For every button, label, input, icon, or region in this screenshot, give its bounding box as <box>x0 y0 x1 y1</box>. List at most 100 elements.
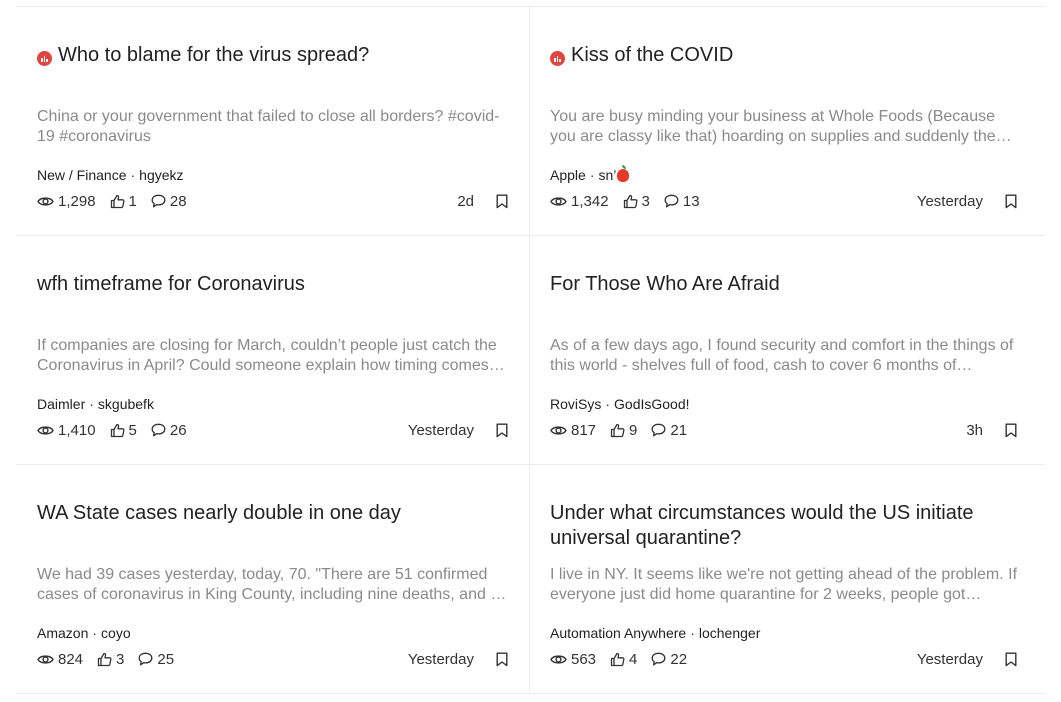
likes-stat[interactable]: 3 <box>97 651 124 668</box>
post-card[interactable]: WA State cases nearly double in one day … <box>16 465 530 694</box>
bookmark-button[interactable] <box>496 652 508 667</box>
bookmark-button[interactable] <box>496 194 508 209</box>
separator-dot: · <box>89 396 94 412</box>
likes-stat[interactable]: 9 <box>610 422 637 439</box>
post-excerpt: China or your government that failed to … <box>37 108 500 145</box>
trending-icon <box>550 51 565 66</box>
post-time: Yesterday <box>916 192 983 210</box>
post-card[interactable]: For Those Who Are Afraid As of a few day… <box>530 236 1045 465</box>
author-link[interactable]: sn’ <box>598 167 616 183</box>
comments-stat[interactable]: 22 <box>651 651 687 668</box>
comment-icon <box>651 652 666 666</box>
comments-stat[interactable]: 13 <box>664 193 700 210</box>
comment-icon <box>151 194 166 208</box>
post-excerpt: I live in NY. It seems like we're not ge… <box>550 566 1017 603</box>
post-card[interactable]: Kiss of the COVID You are busy minding y… <box>530 7 1045 236</box>
post-title[interactable]: For Those Who Are Afraid <box>550 272 780 297</box>
company-link[interactable]: Automation Anywhere <box>550 625 686 641</box>
bookmark-icon <box>1005 194 1017 208</box>
post-card[interactable]: Under what circumstances would the US in… <box>530 465 1045 694</box>
eye-icon <box>550 425 567 435</box>
comments-stat[interactable]: 21 <box>651 422 687 439</box>
thumbs-up-icon <box>610 652 625 666</box>
apple-emoji-icon <box>617 165 630 182</box>
post-meta: Daimler · skgubefk <box>37 396 154 412</box>
author-link[interactable]: lochenger <box>699 625 761 641</box>
comments-count: 26 <box>169 421 187 439</box>
post-card[interactable]: Who to blame for the virus spread? China… <box>16 7 530 236</box>
post-title-row: For Those Who Are Afraid <box>550 272 1017 322</box>
views-count: 1,410 <box>58 421 96 439</box>
comment-icon <box>664 194 679 208</box>
post-stats: 1,342 3 13 Yesterday <box>550 191 1017 211</box>
post-title-row: WA State cases nearly double in one day <box>37 501 508 551</box>
likes-stat[interactable]: 1 <box>110 193 137 210</box>
comments-stat[interactable]: 28 <box>151 193 187 210</box>
likes-stat[interactable]: 5 <box>110 422 137 439</box>
eye-icon <box>37 425 54 435</box>
views-count: 817 <box>571 421 597 439</box>
separator-dot: · <box>92 625 98 641</box>
bookmark-icon <box>1005 652 1017 666</box>
author-link[interactable]: coyo <box>101 625 131 641</box>
post-title[interactable]: wfh timeframe for Coronavirus <box>37 272 305 297</box>
separator-dot: · <box>605 396 611 412</box>
views-count: 824 <box>58 650 84 668</box>
comment-icon <box>138 652 153 666</box>
comments-count: 25 <box>157 650 175 668</box>
author-link[interactable]: GodIsGood! <box>614 396 690 412</box>
comments-count: 13 <box>682 192 700 210</box>
post-title[interactable]: Under what circumstances would the US in… <box>550 501 1017 551</box>
thumbs-up-icon <box>610 423 625 437</box>
comments-count: 28 <box>169 192 187 210</box>
thumbs-up-icon <box>623 194 638 208</box>
separator-dot: · <box>130 167 136 183</box>
comments-stat[interactable]: 25 <box>138 651 174 668</box>
post-title[interactable]: WA State cases nearly double in one day <box>37 501 401 526</box>
company-link[interactable]: RoviSys <box>550 396 601 412</box>
bookmark-icon <box>496 423 508 437</box>
post-title[interactable]: Kiss of the COVID <box>571 43 733 68</box>
bookmark-button[interactable] <box>1005 194 1017 209</box>
post-title-row: Under what circumstances would the US in… <box>550 501 1017 551</box>
views-stat: 563 <box>550 651 596 668</box>
likes-count: 4 <box>629 650 638 668</box>
bookmark-button[interactable] <box>496 423 508 438</box>
likes-stat[interactable]: 3 <box>623 193 650 210</box>
company-link[interactable]: Amazon <box>37 625 88 641</box>
likes-count: 9 <box>629 421 638 439</box>
likes-stat[interactable]: 4 <box>610 651 637 668</box>
comment-icon <box>151 423 166 437</box>
likes-count: 5 <box>128 421 137 439</box>
company-link[interactable]: New / Finance <box>37 167 126 183</box>
bookmark-button[interactable] <box>1005 652 1017 667</box>
eye-icon <box>37 654 54 664</box>
post-stats: 1,298 1 28 2d <box>37 191 508 211</box>
post-meta: New / Finance · hgyekz <box>37 167 184 183</box>
views-count: 1,298 <box>58 192 96 210</box>
company-link[interactable]: Daimler <box>37 396 85 412</box>
comments-stat[interactable]: 26 <box>151 422 187 439</box>
comments-count: 21 <box>670 421 688 439</box>
post-meta: Automation Anywhere · lochenger <box>550 625 760 641</box>
views-stat: 817 <box>550 422 596 439</box>
comment-icon <box>651 423 666 437</box>
post-stats: 817 9 21 3h <box>550 420 1017 440</box>
company-link[interactable]: Apple <box>550 167 586 183</box>
author-link[interactable]: skgubefk <box>98 396 154 412</box>
bookmark-button[interactable] <box>1005 423 1017 438</box>
views-stat: 1,342 <box>550 193 609 210</box>
views-stat: 1,298 <box>37 193 96 210</box>
views-stat: 824 <box>37 651 83 668</box>
post-title[interactable]: Who to blame for the virus spread? <box>58 43 369 68</box>
post-card[interactable]: wfh timeframe for Coronavirus If compani… <box>16 236 530 465</box>
post-feed: Who to blame for the virus spread? China… <box>16 6 1045 694</box>
bookmark-icon <box>1005 423 1017 437</box>
post-excerpt: If companies are closing for March, coul… <box>37 337 505 374</box>
author-link[interactable]: hgyekz <box>139 167 183 183</box>
separator-dot: · <box>690 625 695 641</box>
post-time: Yesterday <box>407 421 474 439</box>
post-excerpt: As of a few days ago, I found security a… <box>550 337 1014 374</box>
post-stats: 1,410 5 26 Yesterday <box>37 420 508 440</box>
likes-count: 3 <box>641 192 650 210</box>
